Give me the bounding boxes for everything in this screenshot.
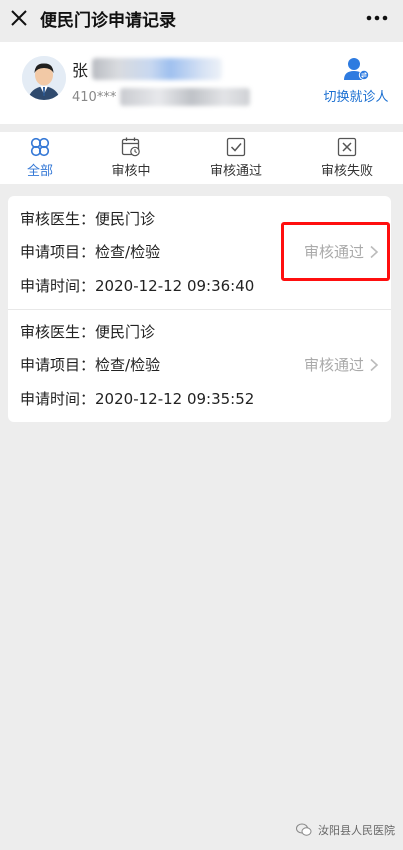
watermark: 汝阳县人民医院 [296,822,395,838]
page-title: 便民门诊申请记录 [40,11,176,31]
time-value: 2020-12-12 09:36:40 [95,277,255,295]
tab-failed-label: 审核失败 [320,164,373,179]
time-value: 2020-12-12 09:35:52 [95,390,255,408]
switch-user-icon [344,58,370,81]
time-label: 申请时间： [20,277,96,295]
switch-patient-label: 切换就诊人 [323,90,389,105]
patient-card: 张 410*** 切换就诊人 [0,42,403,124]
time-label: 申请时间： [20,390,96,408]
doctor-avatar-icon [22,56,66,100]
patient-name-text: 张 [72,61,89,80]
redacted-id-mask [120,88,251,106]
doctor-label: 审核医生： [20,323,96,341]
four-petal-icon [30,137,50,157]
status-link[interactable]: 审核通过 [304,354,379,375]
patient-id-text: 410*** [72,89,117,105]
tab-all-label: 全部 [26,164,53,179]
time-row: 申请时间：2020-12-12 09:35:52 [20,388,254,409]
item-row: 申请项目：检查/检验 [20,354,160,375]
list-item[interactable]: 审核医生：便民门诊 申请项目：检查/检验 申请时间：2020-12-12 09:… [8,309,391,422]
doctor-value: 便民门诊 [95,323,156,341]
check-box-icon [226,137,246,157]
item-label: 申请项目： [20,243,96,261]
tab-reviewing[interactable]: 审核中 [91,136,171,179]
tab-approved-label: 审核通过 [209,164,262,179]
title-bar: 便民门诊申请记录 [0,0,403,40]
redacted-name-mask [92,58,223,80]
doctor-row: 审核医生：便民门诊 [20,321,155,342]
switch-patient-button[interactable]: 切换就诊人 [321,56,391,112]
patient-name: 张 [72,57,223,81]
cross-box-icon [337,137,357,157]
tab-reviewing-label: 审核中 [111,164,151,179]
tab-approved[interactable]: 审核通过 [196,136,276,179]
doctor-label: 审核医生： [20,210,96,228]
chevron-right-icon [370,358,379,371]
calendar-clock-icon [121,137,140,157]
tab-failed[interactable]: 审核失败 [307,136,387,179]
watermark-text: 汝阳县人民医院 [318,824,395,837]
item-value: 检查/检验 [95,356,161,374]
avatar [22,56,66,100]
doctor-value: 便民门诊 [95,210,156,228]
item-row: 申请项目：检查/检验 [20,241,160,262]
close-icon[interactable] [8,7,30,29]
item-label: 申请项目： [20,356,96,374]
wechat-icon [296,823,312,836]
time-row: 申请时间：2020-12-12 09:36:40 [20,275,254,296]
item-value: 检查/检验 [95,243,161,261]
tab-all[interactable]: 全部 [0,136,80,179]
doctor-row: 审核医生：便民门诊 [20,208,155,229]
status-tabs: 全部 审核中 审核通过 审核失败 [0,132,403,184]
highlight-box [281,222,390,281]
patient-id: 410*** [72,88,251,106]
status-text: 审核通过 [303,356,364,374]
more-options-icon[interactable] [365,8,389,28]
